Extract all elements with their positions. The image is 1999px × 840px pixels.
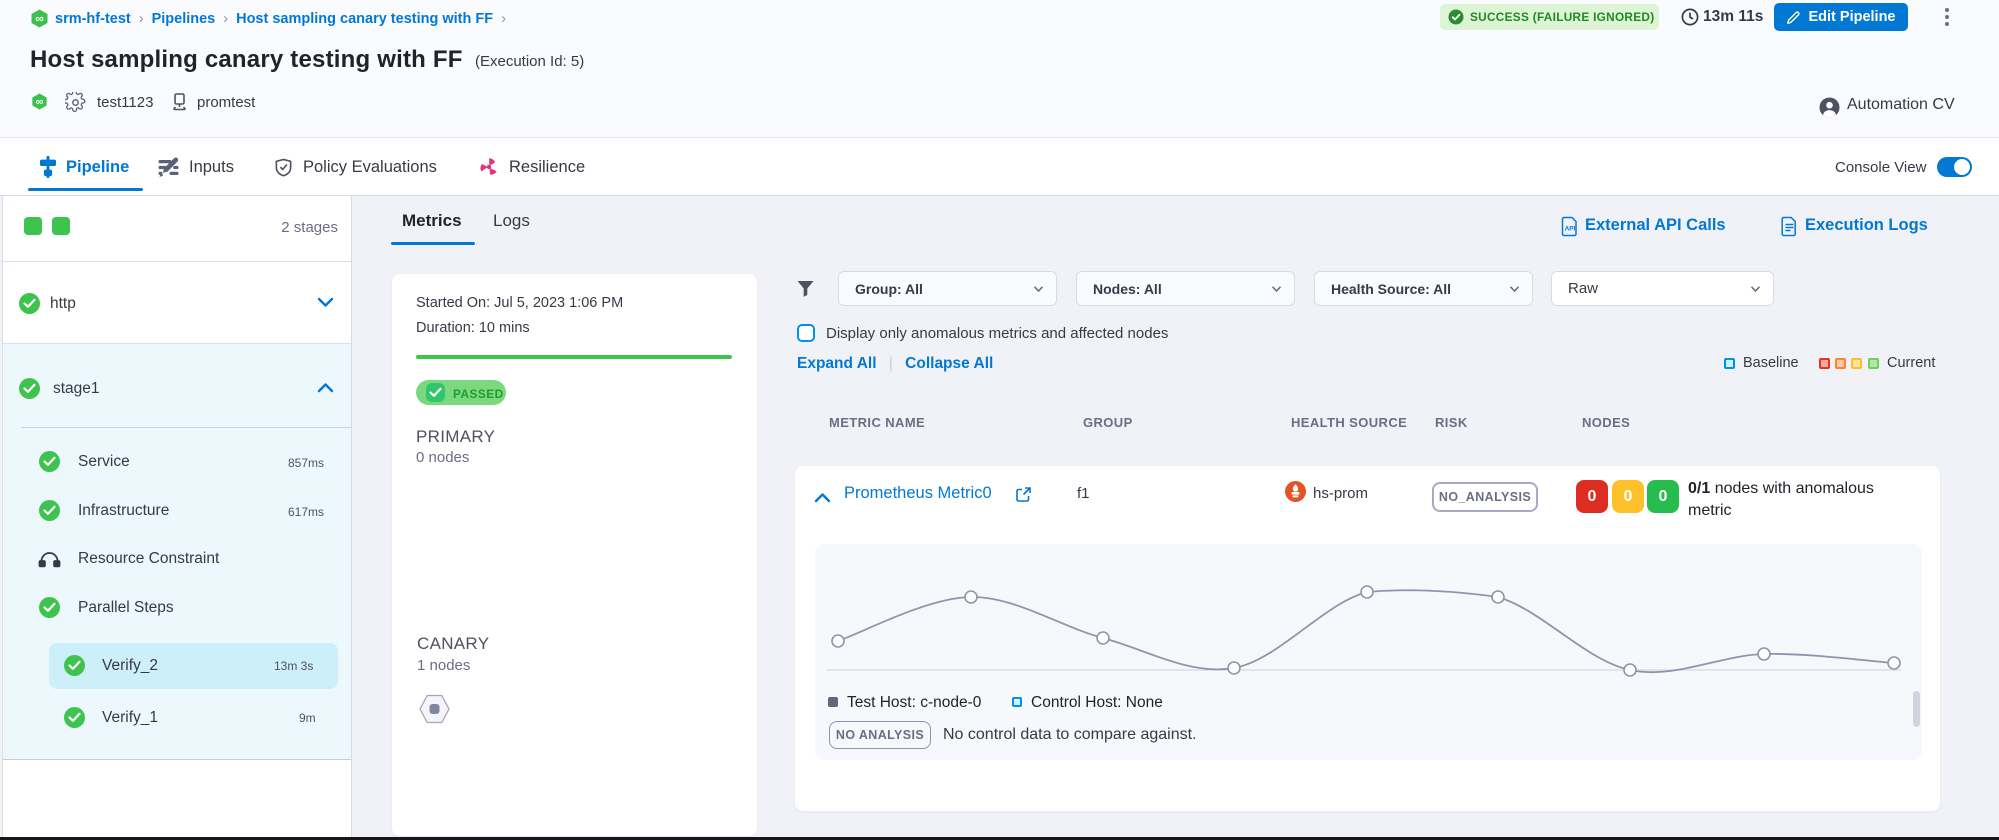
svg-text:∞: ∞ (36, 96, 44, 108)
svg-text:API: API (1565, 226, 1576, 233)
svg-text:∞: ∞ (35, 12, 44, 26)
